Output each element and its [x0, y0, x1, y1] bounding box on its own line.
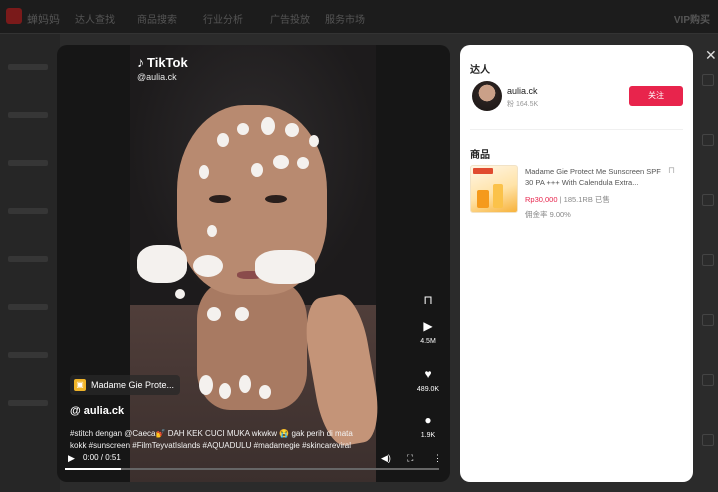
checkbox-placeholder [702, 374, 714, 386]
brand-name: 蝉妈妈 [27, 14, 60, 26]
cream-patch [255, 250, 315, 284]
video-player[interactable]: ♪ TikTok @aulia.ck ▣ Madame Gie Prote...… [57, 45, 450, 482]
nav-item[interactable]: 行业分析 [203, 11, 243, 26]
play-count-action[interactable]: ▶ 4.5M [415, 319, 441, 345]
cream-dot [251, 163, 263, 177]
cream-dot [235, 307, 249, 321]
cream-dot [261, 117, 275, 135]
watermark-handle: @aulia.ck [137, 72, 177, 82]
video-author[interactable]: @ aulia.ck [70, 405, 124, 417]
thumbnail-tag [473, 168, 493, 174]
creator-name[interactable]: aulia.ck [507, 86, 538, 96]
play-icon[interactable]: ▶ [68, 453, 75, 464]
bookmark-icon[interactable]: ⊓ [668, 165, 675, 176]
close-icon[interactable]: ✕ [705, 47, 717, 64]
products-section-title: 商品 [470, 150, 490, 161]
creator-followers: 粉 164.5K [507, 101, 539, 108]
play-count: 4.5M [420, 338, 436, 345]
cream-dot [217, 133, 229, 147]
video-scene-eye [209, 195, 231, 203]
cream-patch [193, 255, 223, 277]
sidebar-placeholder [8, 112, 48, 118]
product-name[interactable]: Madame Gie Protect Me Sunscreen SPF 30 P… [525, 166, 665, 188]
comment-icon[interactable]: ● [415, 413, 441, 427]
thumbnail-bottle [477, 190, 489, 208]
follow-button[interactable]: 关注 [629, 86, 683, 106]
comment-action[interactable]: ● 1.9K [415, 413, 441, 439]
cream-patch [137, 245, 187, 283]
thumbnail-bottle [493, 184, 503, 208]
shopping-bag-icon: ▣ [74, 379, 86, 391]
cream-dot [199, 375, 213, 395]
checkbox-placeholder [702, 134, 714, 146]
nav-item[interactable]: 广告投放 [270, 11, 310, 26]
bookmark-action[interactable]: ⊓ [415, 293, 441, 307]
playback-time: 0:00 / 0:51 [83, 453, 121, 462]
sidebar-placeholder [8, 400, 48, 406]
cream-dot [175, 289, 185, 299]
sidebar-placeholder [8, 304, 48, 310]
background-topbar: 蝉妈妈 达人查找 商品搜索 行业分析 广告投放 服务市场 VIP购买 [0, 0, 718, 34]
checkbox-placeholder [702, 314, 714, 326]
checkbox-placeholder [702, 74, 714, 86]
detail-panel: 达人 aulia.ck 粉 164.5K 关注 商品 Madame Gie Pr… [460, 45, 693, 482]
video-scene-neck [197, 280, 307, 410]
nav-item[interactable]: 达人查找 [75, 11, 115, 26]
avatar[interactable] [472, 81, 502, 111]
cream-dot [199, 165, 209, 179]
like-action[interactable]: ♥ 489.0K [415, 367, 441, 393]
cream-dot [207, 225, 217, 237]
play-icon[interactable]: ▶ [415, 319, 441, 333]
cream-dot [237, 123, 249, 135]
product-thumbnail[interactable] [470, 165, 518, 213]
nav-item[interactable]: 服务市场 [325, 11, 365, 26]
volume-icon[interactable]: ◀) [381, 453, 391, 464]
cream-dot [259, 385, 271, 399]
cream-dot [297, 157, 309, 169]
tiktok-watermark: ♪ TikTok [137, 54, 188, 70]
background-sidebar [0, 34, 60, 492]
product-sold: | 185.1RB 已售 [557, 195, 610, 204]
product-commission: 佣金率 9.00% [525, 210, 571, 219]
creator-section-title: 达人 [470, 65, 490, 76]
video-scene-eye [265, 195, 287, 203]
product-pill-label: Madame Gie Prote... [91, 380, 175, 390]
vip-link[interactable]: VIP购买 [674, 11, 710, 26]
progress-bar-fill [65, 468, 122, 470]
product-pill[interactable]: ▣ Madame Gie Prote... [70, 375, 181, 395]
tiktok-logo-text: TikTok [147, 54, 188, 70]
checkbox-placeholder [702, 434, 714, 446]
product-price-line: Rp30,000 | 185.1RB 已售 [525, 194, 610, 205]
like-count: 489.0K [416, 386, 440, 393]
progress-bar[interactable] [65, 468, 439, 470]
cream-dot [273, 155, 289, 169]
cream-dot [239, 375, 251, 393]
heart-icon[interactable]: ♥ [415, 367, 441, 381]
brand-logo-icon [6, 8, 22, 24]
checkbox-placeholder [702, 194, 714, 206]
tiktok-logo-icon: ♪ [137, 54, 144, 70]
sidebar-placeholder [8, 256, 48, 262]
cream-dot [309, 135, 319, 147]
nav-item[interactable]: 商品搜索 [137, 11, 177, 26]
fullscreen-icon[interactable]: ⛶ [407, 453, 413, 464]
sidebar-placeholder [8, 160, 48, 166]
sidebar-placeholder [8, 208, 48, 214]
sidebar-placeholder [8, 352, 48, 358]
cream-dot [285, 123, 299, 137]
comment-count: 1.9K [420, 432, 436, 439]
sidebar-placeholder [8, 64, 48, 70]
divider [470, 129, 683, 130]
bookmark-icon[interactable]: ⊓ [415, 293, 441, 307]
cream-dot [207, 307, 221, 321]
more-options-icon[interactable]: ⋮ [433, 453, 442, 464]
player-controls: ▶ 0:00 / 0:51 ◀) ⛶ ⋮ [57, 448, 450, 482]
checkbox-placeholder [702, 254, 714, 266]
product-price: Rp30,000 [525, 195, 558, 204]
background-right-column [700, 34, 718, 492]
cream-dot [219, 383, 231, 399]
